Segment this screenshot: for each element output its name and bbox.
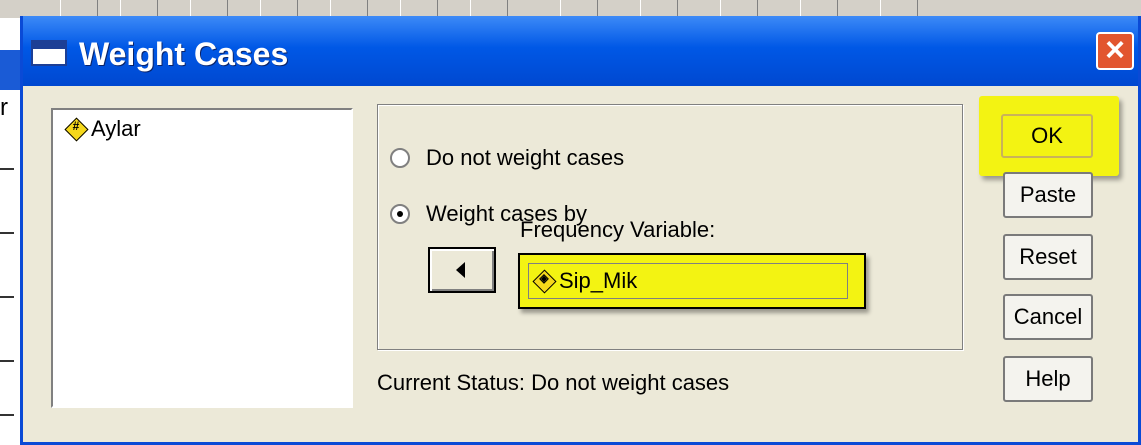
current-status: Current Status: Do not weight cases: [377, 370, 730, 395]
close-button[interactable]: ×: [1096, 32, 1134, 70]
toolbar-button[interactable]: [560, 0, 598, 16]
toolbar-button[interactable]: [640, 0, 678, 16]
reset-button[interactable]: Reset: [1003, 234, 1093, 280]
paste-button[interactable]: Paste: [1003, 172, 1093, 218]
toolbar-button[interactable]: [880, 0, 918, 16]
toolbar-button[interactable]: [400, 0, 438, 16]
frequency-variable-label: Frequency Variable:: [520, 217, 716, 242]
radio-button[interactable]: [390, 204, 410, 224]
row-divider: [0, 360, 14, 362]
frequency-variable-name: Sip_Mik: [559, 268, 638, 293]
row-divider: [0, 296, 14, 298]
toolbar-button[interactable]: [800, 0, 838, 16]
row-divider: [0, 414, 14, 416]
toolbar-button[interactable]: [120, 0, 158, 16]
ok-button-highlight: OK: [979, 96, 1119, 176]
ok-button[interactable]: OK: [1001, 114, 1093, 158]
toolbar-button[interactable]: [190, 0, 228, 16]
radio-do-not-weight[interactable]: Do not weight cases: [390, 145, 624, 171]
row-divider: [0, 168, 14, 170]
toolbar-button[interactable]: [330, 0, 368, 16]
background-highlight: [0, 50, 20, 90]
scale-variable-icon: ◈: [532, 269, 557, 294]
variable-name: Aylar: [91, 116, 141, 141]
move-variable-button[interactable]: [428, 247, 496, 293]
weight-cases-dialog: Weight Cases × # Aylar Do not weight cas…: [20, 16, 1141, 445]
help-button[interactable]: Help: [1003, 356, 1093, 402]
list-item[interactable]: # Aylar: [64, 116, 141, 142]
row-divider: [0, 232, 14, 234]
background-text: r: [0, 94, 8, 121]
numeric-variable-icon: #: [64, 117, 89, 142]
radio-button[interactable]: [390, 148, 410, 168]
radio-label: Do not weight cases: [426, 145, 625, 170]
frequency-variable-box[interactable]: ◈ Sip_Mik: [528, 263, 848, 299]
frequency-variable-field[interactable]: ◈ Sip_Mik: [518, 253, 866, 309]
toolbar-button[interactable]: [260, 0, 298, 16]
window-icon: [31, 40, 67, 66]
title-bar[interactable]: Weight Cases ×: [23, 16, 1138, 86]
weighting-group: Do not weight cases Weight cases by Freq…: [377, 104, 963, 350]
dialog-title: Weight Cases: [79, 36, 289, 72]
cancel-button[interactable]: Cancel: [1003, 294, 1093, 340]
toolbar-button[interactable]: [60, 0, 98, 16]
variable-list[interactable]: # Aylar: [51, 108, 353, 408]
toolbar-button[interactable]: [470, 0, 508, 16]
list-item[interactable]: ◈ Sip_Mik: [532, 268, 638, 294]
toolbar-button[interactable]: [720, 0, 758, 16]
